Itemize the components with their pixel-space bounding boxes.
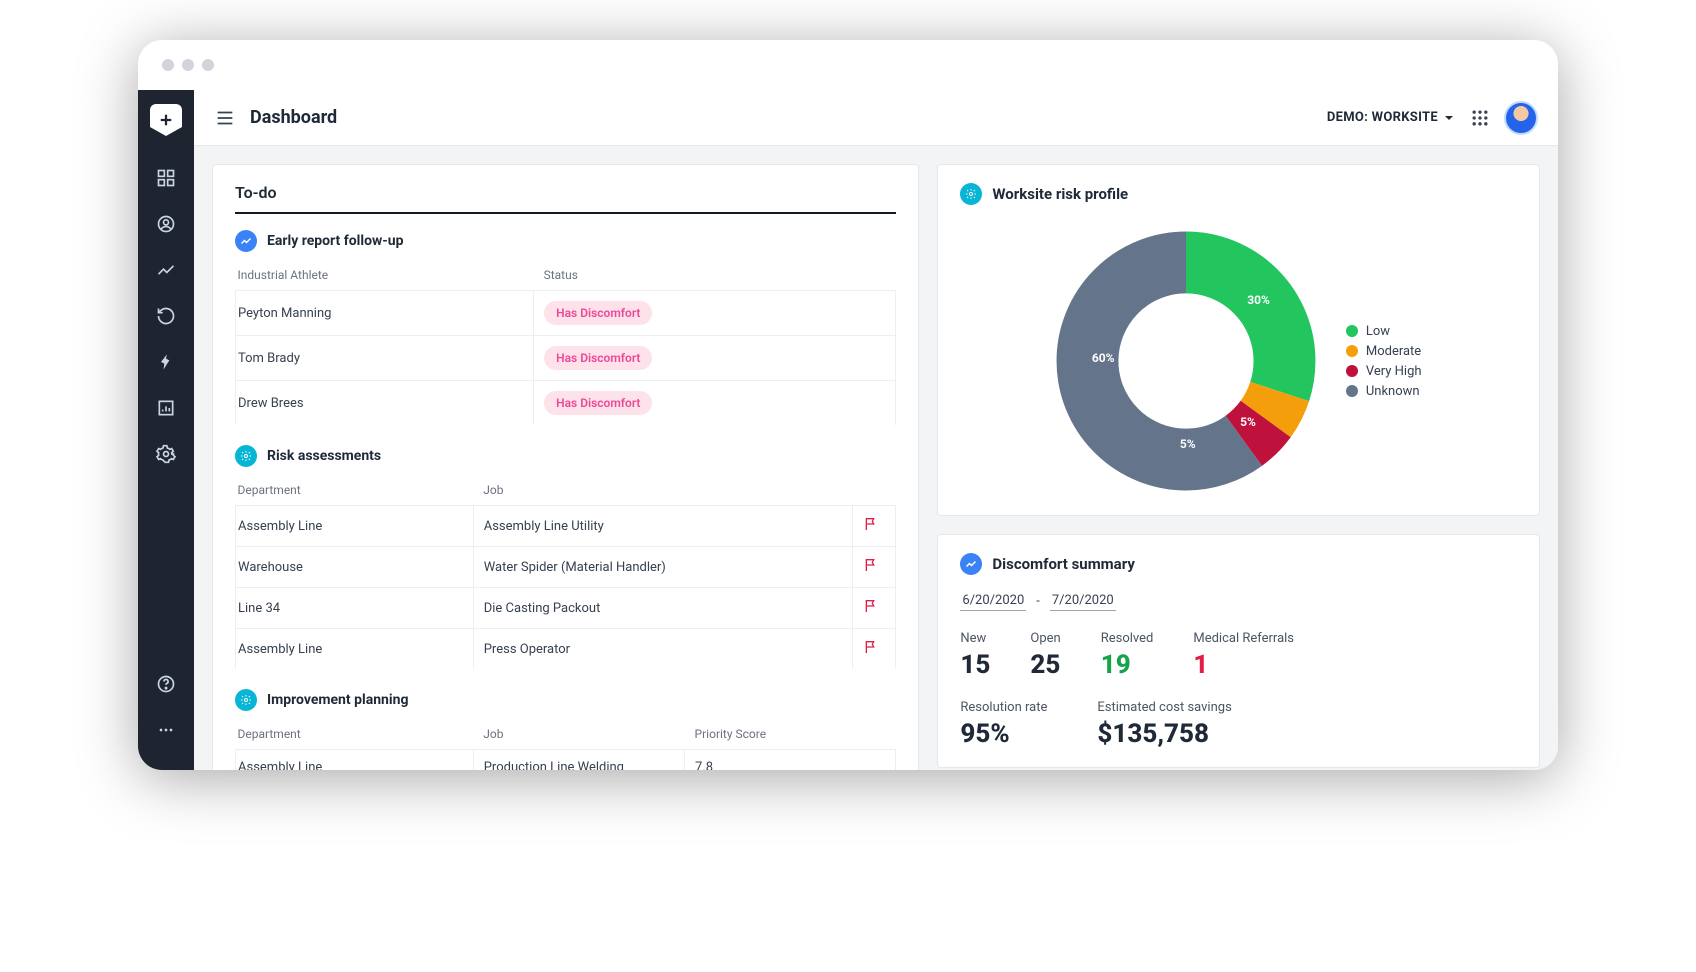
nav-dashboard-icon[interactable] — [146, 158, 186, 198]
col-dept: Department — [236, 475, 474, 506]
stat-new: 15 — [960, 650, 990, 680]
col-job: Job — [473, 475, 853, 506]
early-report-head: Early report follow-up — [235, 230, 896, 252]
gear-icon — [960, 183, 982, 205]
gear-icon — [235, 445, 257, 467]
table-row[interactable]: Line 34Die Casting Packout — [236, 588, 896, 629]
todo-title: To-do — [235, 183, 896, 214]
improvement-title: Improvement planning — [267, 692, 408, 708]
stat-referrals-label: Medical Referrals — [1193, 631, 1294, 646]
nav-more-icon[interactable] — [146, 710, 186, 750]
flag-icon[interactable] — [863, 598, 879, 614]
nav-settings-icon[interactable] — [146, 434, 186, 474]
risk-assess-table: Department Job Assembly LineAssembly Lin… — [235, 475, 896, 669]
browser-traffic-lights — [138, 40, 1558, 90]
app-logo[interactable] — [150, 104, 182, 136]
date-to[interactable]: 7/20/2020 — [1050, 591, 1116, 611]
risk-profile-card: Worksite risk profile 30% — [937, 164, 1540, 516]
status-badge: Has Discomfort — [544, 391, 652, 415]
window-dot — [202, 59, 214, 71]
stat-savings-label: Estimated cost savings — [1097, 700, 1231, 715]
col-job: Job — [473, 719, 684, 750]
chart-legend: Low Moderate Very High Unknown — [1346, 319, 1422, 404]
table-row[interactable]: Peyton ManningHas Discomfort — [236, 291, 896, 336]
nav-help-icon[interactable] — [146, 664, 186, 704]
legend-dot — [1346, 365, 1358, 377]
improvement-head: Improvement planning — [235, 689, 896, 711]
table-row[interactable]: Drew BreesHas Discomfort — [236, 381, 896, 426]
table-row[interactable]: Tom BradyHas Discomfort — [236, 336, 896, 381]
menu-toggle-icon[interactable] — [214, 107, 236, 129]
nav-history-icon[interactable] — [146, 296, 186, 336]
legend-dot — [1346, 385, 1358, 397]
apps-grid-icon[interactable] — [1470, 108, 1490, 128]
legend-dot — [1346, 325, 1358, 337]
status-badge: Has Discomfort — [544, 301, 652, 325]
flag-icon[interactable] — [863, 639, 879, 655]
page-title: Dashboard — [250, 107, 337, 128]
table-row[interactable]: Assembly LinePress Operator — [236, 629, 896, 670]
discomfort-title: Discomfort summary — [992, 555, 1135, 573]
slice-label-low: 30% — [1247, 293, 1270, 307]
col-dept: Department — [236, 719, 474, 750]
trend-icon — [960, 553, 982, 575]
flag-icon[interactable] — [863, 516, 879, 532]
early-report-table: Industrial Athlete Status Peyton Manning… — [235, 260, 896, 425]
col-status: Status — [534, 260, 896, 291]
window-dot — [162, 59, 174, 71]
slice-label-moderate: 5% — [1240, 415, 1256, 429]
todo-card: To-do Early report follow-up Industrial … — [212, 164, 919, 770]
risk-profile-title: Worksite risk profile — [992, 185, 1128, 203]
chevron-down-icon — [1444, 113, 1454, 123]
stat-savings: $135,758 — [1097, 719, 1231, 749]
nav-activity-icon[interactable] — [146, 342, 186, 382]
table-row[interactable]: WarehouseWater Spider (Material Handler) — [236, 547, 896, 588]
stat-resolved: 19 — [1101, 650, 1154, 680]
stat-rate-label: Resolution rate — [960, 700, 1047, 715]
nav-user-icon[interactable] — [146, 204, 186, 244]
slice-label-unknown: 60% — [1092, 351, 1115, 365]
flag-icon[interactable] — [863, 557, 879, 573]
stat-open: 25 — [1030, 650, 1060, 680]
donut-chart: 30% 5% 5% 60% — [1056, 231, 1316, 491]
nav-report-icon[interactable] — [146, 388, 186, 428]
stat-referrals: 1 — [1193, 650, 1294, 680]
trend-icon — [235, 230, 257, 252]
topbar: Dashboard DEMO: WORKSITE — [194, 90, 1558, 146]
stat-resolved-label: Resolved — [1101, 631, 1154, 646]
stat-new-label: New — [960, 631, 990, 646]
table-row[interactable]: Assembly LineProduction Line Welding7.8 — [236, 750, 896, 771]
improvement-table: Department Job Priority Score Assembly L… — [235, 719, 896, 770]
date-sep: - — [1036, 594, 1040, 609]
window-dot — [182, 59, 194, 71]
early-report-title: Early report follow-up — [267, 233, 404, 249]
worksite-label: DEMO: WORKSITE — [1327, 110, 1438, 125]
gear-icon — [235, 689, 257, 711]
nav-trend-icon[interactable] — [146, 250, 186, 290]
sidebar — [138, 90, 194, 770]
status-badge: Has Discomfort — [544, 346, 652, 370]
user-avatar[interactable] — [1504, 101, 1538, 135]
col-athlete: Industrial Athlete — [236, 260, 534, 291]
slice-label-very-high: 5% — [1180, 437, 1196, 451]
table-row[interactable]: Assembly LineAssembly Line Utility — [236, 506, 896, 547]
stat-open-label: Open — [1030, 631, 1060, 646]
discomfort-card: Discomfort summary 6/20/2020 - 7/20/2020… — [937, 534, 1540, 768]
col-score: Priority Score — [685, 719, 896, 750]
risk-assess-head: Risk assessments — [235, 445, 896, 467]
risk-assess-title: Risk assessments — [267, 448, 381, 464]
worksite-selector[interactable]: DEMO: WORKSITE — [1327, 110, 1454, 125]
date-from[interactable]: 6/20/2020 — [960, 591, 1026, 611]
legend-dot — [1346, 345, 1358, 357]
stat-rate: 95% — [960, 719, 1047, 749]
